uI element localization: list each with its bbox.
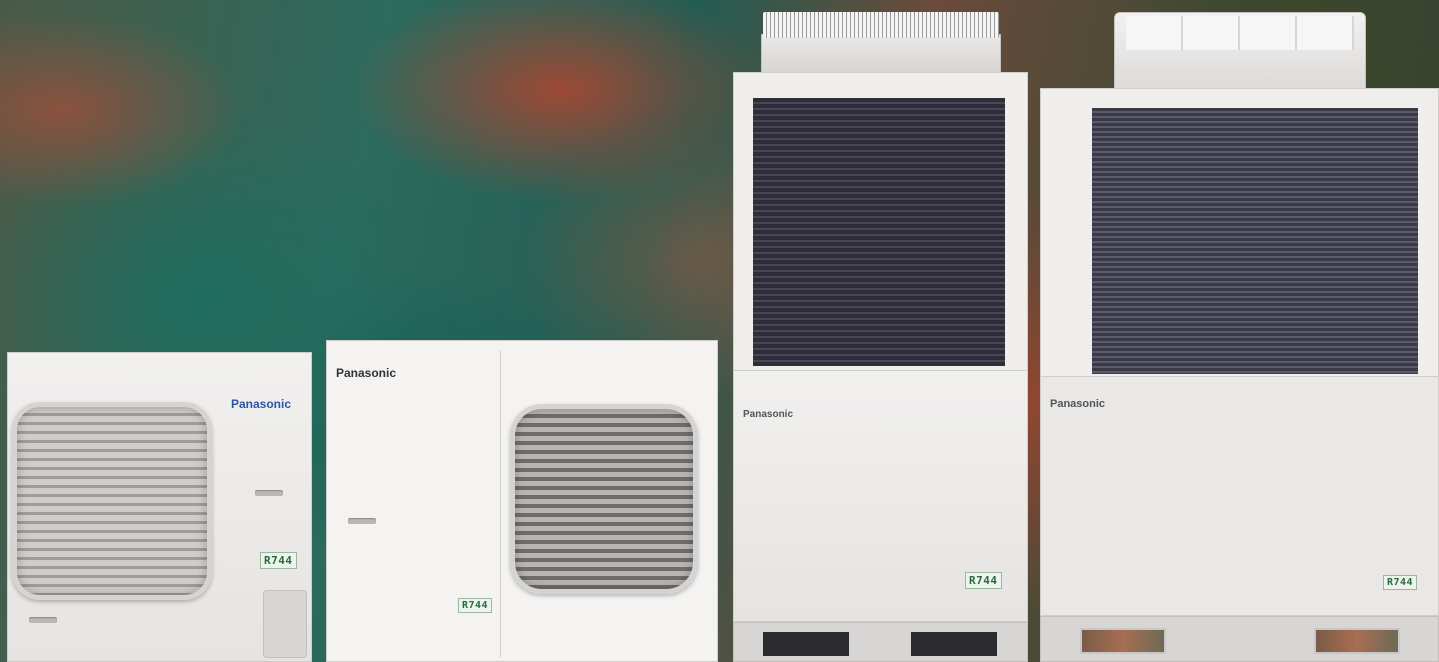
panel-divider xyxy=(500,350,501,658)
panel-handle xyxy=(348,518,376,524)
brand-logo: Panasonic xyxy=(743,409,794,420)
base-vent-left xyxy=(763,632,849,656)
service-cover xyxy=(263,590,307,658)
base-vent-left xyxy=(1080,628,1166,654)
refrigerant-badge: R744 xyxy=(965,572,1002,589)
refrigerant-badge: R744 xyxy=(260,552,297,569)
brand-logo: Panasonic xyxy=(231,397,292,411)
panel-handle xyxy=(255,490,283,496)
outdoor-unit-small: Panasonic R744 xyxy=(7,352,312,662)
condensing-unit-large: Panasonic R744 xyxy=(1040,12,1439,662)
product-lineup-scene: Panasonic R744 Panasonic R744 Panasonic … xyxy=(0,0,1439,662)
refrigerant-badge: R744 xyxy=(458,598,493,613)
fan-grille xyxy=(510,404,698,594)
condensing-unit-tall: Panasonic R744 xyxy=(733,12,1028,662)
heat-exchanger-coil xyxy=(753,98,1005,366)
outdoor-unit-medium: Panasonic R744 xyxy=(326,340,718,662)
fan-grille xyxy=(12,402,212,600)
refrigerant-badge: R744 xyxy=(1383,575,1418,590)
heat-exchanger-coil xyxy=(1092,108,1418,374)
brand-logo: Panasonic xyxy=(1050,398,1106,410)
base-vent-right xyxy=(1314,628,1400,654)
brand-logo: Panasonic xyxy=(336,366,397,380)
base-vent-right xyxy=(911,632,997,656)
lower-handle xyxy=(29,617,57,623)
fan-guard xyxy=(763,12,999,38)
lower-casing xyxy=(1040,376,1439,616)
fan-guard xyxy=(1126,16,1354,50)
